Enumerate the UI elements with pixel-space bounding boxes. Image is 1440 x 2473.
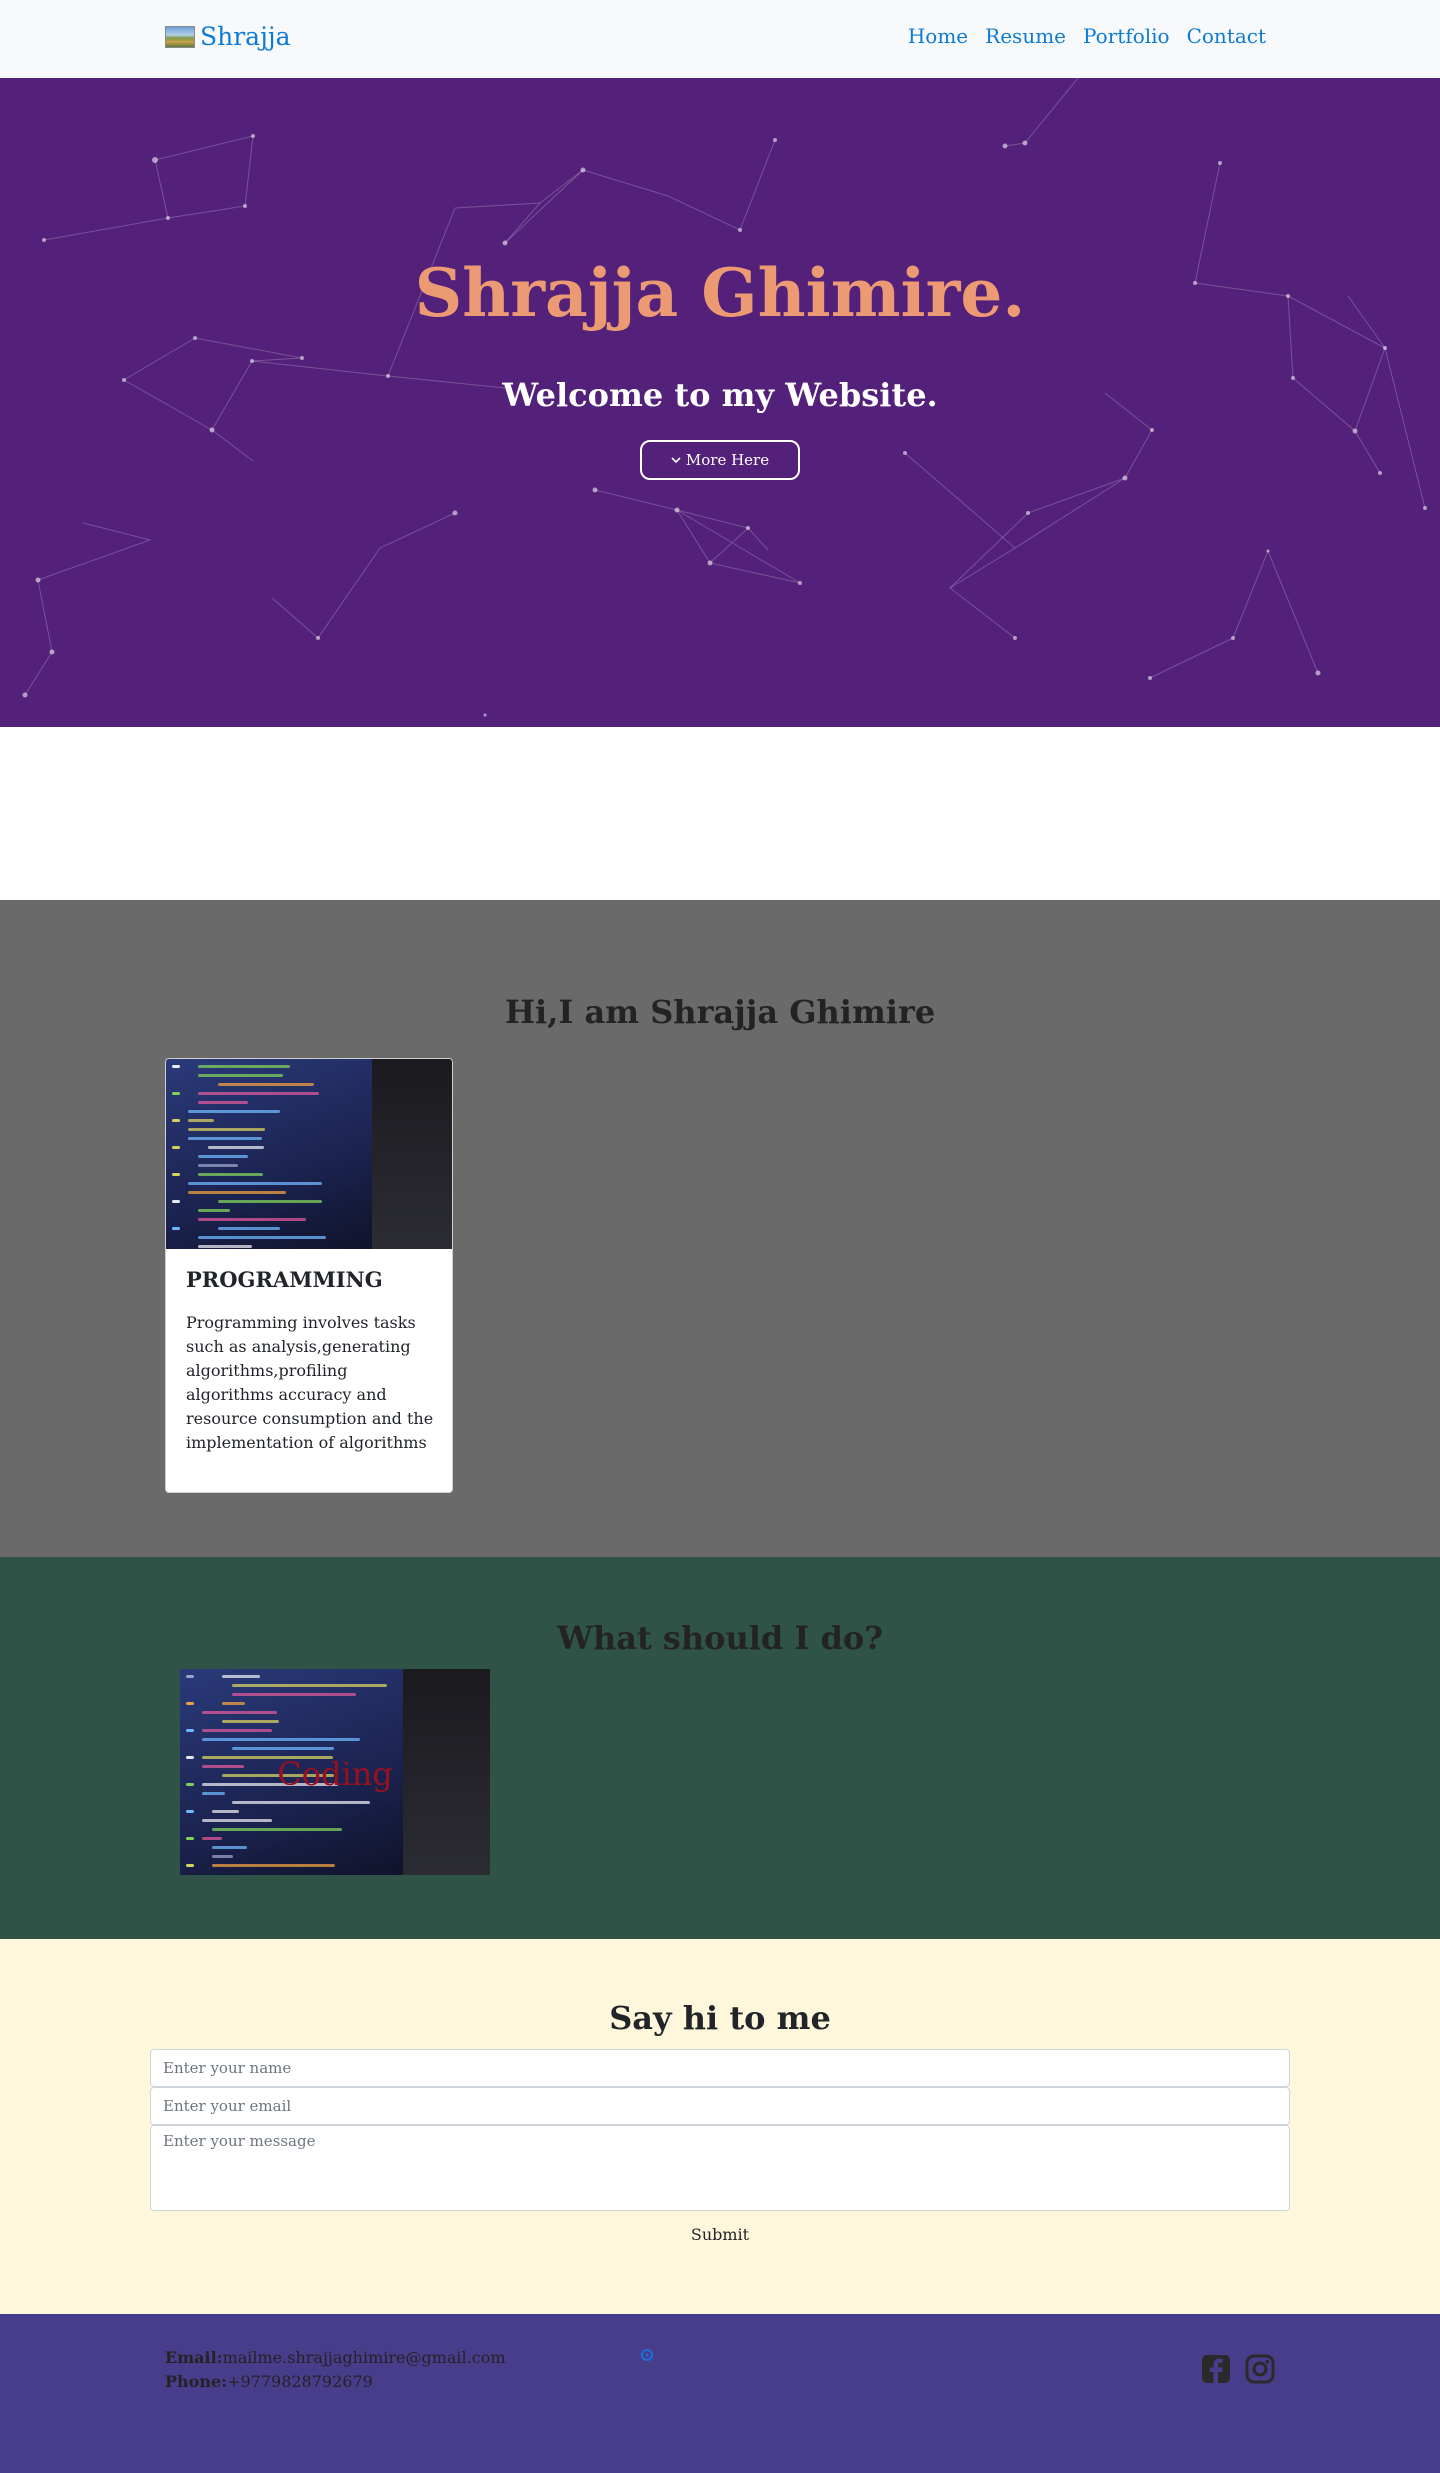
footer-phone-row: Phone:+9779828792679 — [165, 2370, 506, 2394]
nav-link-home[interactable]: Home — [908, 24, 968, 48]
nav-link-resume[interactable]: Resume — [985, 24, 1066, 48]
nav-link-portfolio[interactable]: Portfolio — [1083, 24, 1170, 48]
brand-logo-image — [165, 25, 195, 48]
services-title: What should I do? — [557, 1619, 883, 1657]
contact-section: Say hi to me Submit — [0, 1939, 1440, 2314]
broken-image-icon — [641, 2349, 653, 2361]
hero-subtitle: Welcome to my Website. — [502, 376, 938, 414]
phone-value: +9779828792679 — [227, 2372, 373, 2391]
name-input[interactable] — [150, 2049, 1290, 2087]
footer-contact-info: Email:mailme.shrajjaghimire@gmail.com Ph… — [165, 2346, 506, 2394]
footer: Email:mailme.shrajjaghimire@gmail.com Ph… — [0, 2314, 1440, 2473]
nav-links: Home Resume Portfolio Contact — [908, 24, 1266, 48]
more-here-label: More Here — [685, 451, 770, 469]
brand-link[interactable]: Shrajja — [165, 22, 291, 51]
card-text: Programming involves tasks such as analy… — [186, 1313, 434, 1452]
navbar: Shrajja Home Resume Portfolio Contact — [0, 0, 1440, 78]
phone-label: Phone: — [165, 2372, 228, 2391]
email-value: mailme.shrajjaghimire@gmail.com — [222, 2348, 506, 2367]
submit-button[interactable]: Submit — [670, 2219, 770, 2249]
hero-section: Shrajja Ghimire. Welcome to my Website. … — [0, 78, 1440, 727]
programming-card: PROGRAMMING Programming involves tasks s… — [165, 1058, 453, 1493]
chevron-down-icon — [671, 457, 681, 464]
contact-title: Say hi to me — [609, 1999, 831, 2037]
about-section: Hi,I am Shrajja Ghimire PROGRAMMING Prog… — [0, 900, 1440, 1557]
card-title: PROGRAMMING — [186, 1267, 383, 1292]
programming-card-image — [166, 1059, 452, 1249]
message-textarea[interactable] — [150, 2125, 1290, 2211]
facebook-icon[interactable] — [1201, 2354, 1231, 2384]
social-links — [1201, 2354, 1275, 2384]
coding-service-tile[interactable]: Coding — [180, 1669, 490, 1875]
email-input[interactable] — [150, 2087, 1290, 2125]
email-label: Email: — [165, 2348, 223, 2367]
brand-name: Shrajja — [200, 22, 291, 51]
more-here-button[interactable]: More Here — [640, 440, 800, 480]
services-section: What should I do? Coding — [0, 1557, 1440, 1939]
nav-link-contact[interactable]: Contact — [1187, 24, 1266, 48]
instagram-icon[interactable] — [1245, 2354, 1275, 2384]
coding-tile-label: Coding — [277, 1755, 393, 1793]
hero-title: Shrajja Ghimire. — [414, 254, 1026, 332]
footer-email-row: Email:mailme.shrajjaghimire@gmail.com — [165, 2346, 506, 2370]
about-title: Hi,I am Shrajja Ghimire — [504, 993, 936, 1031]
